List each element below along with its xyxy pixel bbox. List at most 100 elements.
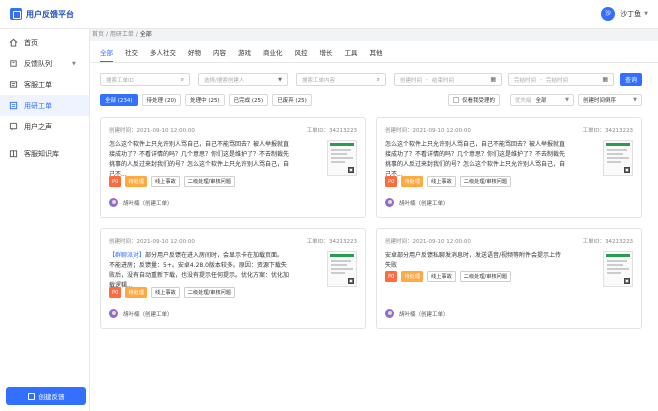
ticket-id: 工单ID：34213223 <box>306 239 357 245</box>
content-search-input[interactable]: 搜索工单内容 ⌕ <box>296 73 386 86</box>
ticket-text: 怎么这个软件上只允许别人骂自己，自己不能骂回去？被人举报就直接成功了？不看详情的… <box>385 141 566 178</box>
sort-select[interactable]: 创建时间倒序 ▼ <box>578 94 642 106</box>
status-tab-all[interactable]: 全部 (234) <box>100 94 138 106</box>
chevron-down-icon[interactable]: ▼ <box>72 61 76 67</box>
card-header: 创建时间：2021-09-10 12:00:00 工单ID：34213223 <box>385 126 633 134</box>
priority-select[interactable]: 优先级 全部 ▼ <box>510 94 574 106</box>
tab-commerce[interactable]: 商业化 <box>263 47 283 62</box>
chevron-down-icon[interactable]: ▼ <box>644 11 648 17</box>
queue-icon <box>10 60 17 67</box>
ticket-id: 工单ID：34213223 <box>582 128 633 134</box>
category-tabs: 全部 社交 多人社交 好物 内容 游戏 商业化 风控 增长 工具 其他 <box>100 47 395 62</box>
category-tag: 线上事故 <box>151 287 180 298</box>
creator-select[interactable]: 选择/搜索创建人 ▼ <box>198 73 288 86</box>
tab-divider <box>90 62 658 63</box>
chevron-down-icon: ▼ <box>633 97 637 103</box>
screenshot-thumbnail[interactable]: ▣ <box>603 140 633 176</box>
search-icon: ⌕ <box>180 75 184 83</box>
category-tag: 线上事故 <box>427 176 456 187</box>
avatar <box>109 309 118 318</box>
screenshot-thumbnail[interactable]: ▣ <box>603 251 633 287</box>
home-icon <box>9 38 18 47</box>
tab-tools[interactable]: 工具 <box>345 47 358 62</box>
sidebar-item-label: 用户之声 <box>24 122 52 131</box>
logo-icon <box>10 8 22 20</box>
sidebar-item-home[interactable]: 首页 <box>0 32 89 53</box>
tab-social[interactable]: 社交 <box>125 47 138 62</box>
sidebar-item-label: 首页 <box>24 38 38 47</box>
sidebar-item-label: 用研工单 <box>24 101 52 110</box>
card-header: 创建时间：2021-09-10 12:00:00 工单ID：34213223 <box>109 237 357 245</box>
breadcrumb-section[interactable]: 用研工单 <box>110 31 134 38</box>
app-title: 用户反馈平台 <box>26 9 74 19</box>
tag-list: P0 待处理 线上事故 二级处理/审核问题 <box>109 176 239 187</box>
content-placeholder: 搜索工单内容 <box>302 77 336 84</box>
sidebar-item-research-tickets[interactable]: 用研工单 <box>0 95 89 116</box>
breadcrumb-home[interactable]: 首页 <box>92 31 104 38</box>
create-start-placeholder: 创建时间 <box>400 77 423 84</box>
screenshot-thumbnail[interactable]: ▣ <box>327 140 357 176</box>
status-tab-pending[interactable]: 待处理 (20) <box>141 94 182 106</box>
top-bar: 用户反馈平台 沙 沙丁鱼 ▼ <box>0 0 658 29</box>
ticket-content: 怎么这个软件上只允许别人骂自己，自己不能骂回去？被人举报就直接成功了？不看详情的… <box>109 140 289 180</box>
app-logo[interactable]: 用户反馈平台 <box>10 8 74 20</box>
created-time: 创建时间：2021-09-10 12:00:00 <box>385 128 471 134</box>
status-tab-done[interactable]: 已完成 (25) <box>228 94 269 106</box>
tag-list: P0 待处理 线上事故 二级处理/审核问题 <box>385 271 515 282</box>
ticket-topic: 【群聊派对】 <box>109 252 146 259</box>
status-tab-abandoned[interactable]: 已废弃 (25) <box>272 94 312 106</box>
tab-content[interactable]: 内容 <box>213 47 226 62</box>
sidebar-item-label: 客服知识库 <box>24 149 59 158</box>
sidebar-item-service-tickets[interactable]: 客服工单 <box>0 74 89 95</box>
status-tab-processing[interactable]: 处理中 (25) <box>185 94 225 106</box>
creator-name: 胡叶楠（创建工单） <box>399 311 449 318</box>
edit-icon <box>27 392 35 400</box>
status-tag: 待处理 <box>125 176 148 187</box>
tab-games[interactable]: 游戏 <box>238 47 251 62</box>
done-time-range[interactable]: 完结时间 - 完结时间 ▦ <box>508 73 614 86</box>
tab-other[interactable]: 其他 <box>370 47 383 62</box>
card-header: 创建时间：2021-09-10 12:00:00 工单ID：34213223 <box>109 126 357 134</box>
expand-icon: ▣ <box>348 167 354 173</box>
create-feedback-button[interactable]: 创建反馈 <box>6 387 86 405</box>
expand-icon: ▣ <box>348 278 354 284</box>
user-menu[interactable]: 沙 沙丁鱼 ▼ <box>601 7 648 21</box>
ticket-card[interactable]: 创建时间：2021-09-10 12:00:00 工单ID：34213223 怎… <box>376 117 642 218</box>
avatar[interactable]: 沙 <box>601 7 616 21</box>
screenshot-thumbnail[interactable]: ▣ <box>327 251 357 287</box>
ticket-card[interactable]: 创建时间：2021-09-10 12:00:00 工单ID：34213223 怎… <box>100 117 366 218</box>
ticket-card[interactable]: 创建时间：2021-09-10 12:00:00 工单ID：34213223 【… <box>100 228 366 329</box>
sidebar-item-queue[interactable]: 反馈队列 ▼ <box>0 53 89 74</box>
sidebar-item-label: 反馈队列 <box>24 59 52 68</box>
tab-growth[interactable]: 增长 <box>320 47 333 62</box>
card-footer: 胡叶楠（创建工单） <box>109 309 173 318</box>
priority-label: 优先级 <box>515 98 532 104</box>
sidebar-item-knowledge-base[interactable]: 客服知识库 <box>0 143 89 164</box>
done-end-placeholder: 完结时间 <box>546 77 569 84</box>
tab-multi-social[interactable]: 多人社交 <box>150 47 176 62</box>
query-button[interactable]: 查询 <box>620 73 642 86</box>
create-feedback-label: 创建反馈 <box>38 393 65 401</box>
ticket-text: 安卓部分用户反馈私聊发消息时，发送语音/视频等附件会提示上传失败 <box>385 252 562 269</box>
tab-goods[interactable]: 好物 <box>188 47 201 62</box>
ticket-card[interactable]: 创建时间：2021-09-10 12:00:00 工单ID：34213223 安… <box>376 228 642 329</box>
research-icon <box>9 101 18 110</box>
card-footer: 胡叶楠（创建工单） <box>385 198 449 207</box>
ticket-text: 怎么这个软件上只允许别人骂自己，自己不能骂回去？被人举报就直接成功了？不看详情的… <box>109 141 290 178</box>
create-end-placeholder: 结束时间 <box>432 77 455 84</box>
done-start-placeholder: 完结时间 <box>514 77 537 84</box>
tab-risk[interactable]: 风控 <box>295 47 308 62</box>
create-time-range[interactable]: 创建时间 - 结束时间 ▦ <box>394 73 502 86</box>
ticket-id-search-input[interactable]: 搜索工单ID ⌕ <box>100 73 190 86</box>
tab-all[interactable]: 全部 <box>100 47 113 62</box>
creator-name: 胡叶楠（创建工单） <box>399 200 449 207</box>
calendar-icon: ▦ <box>490 76 496 83</box>
category-tag: 二级处理/审核问题 <box>459 271 512 282</box>
ticket-content: 安卓部分用户反馈私聊发消息时，发送语音/视频等附件会提示上传失败 <box>385 251 565 271</box>
user-name[interactable]: 沙丁鱼 <box>620 9 641 19</box>
expand-icon: ▣ <box>624 278 630 284</box>
sort-value: 创建时间倒序 <box>583 98 617 104</box>
sidebar-item-user-voice[interactable]: 用户之声 <box>0 116 89 137</box>
priority-tag: P0 <box>109 176 122 187</box>
only-mine-checkbox[interactable]: 仅看我受理的 <box>448 94 501 106</box>
